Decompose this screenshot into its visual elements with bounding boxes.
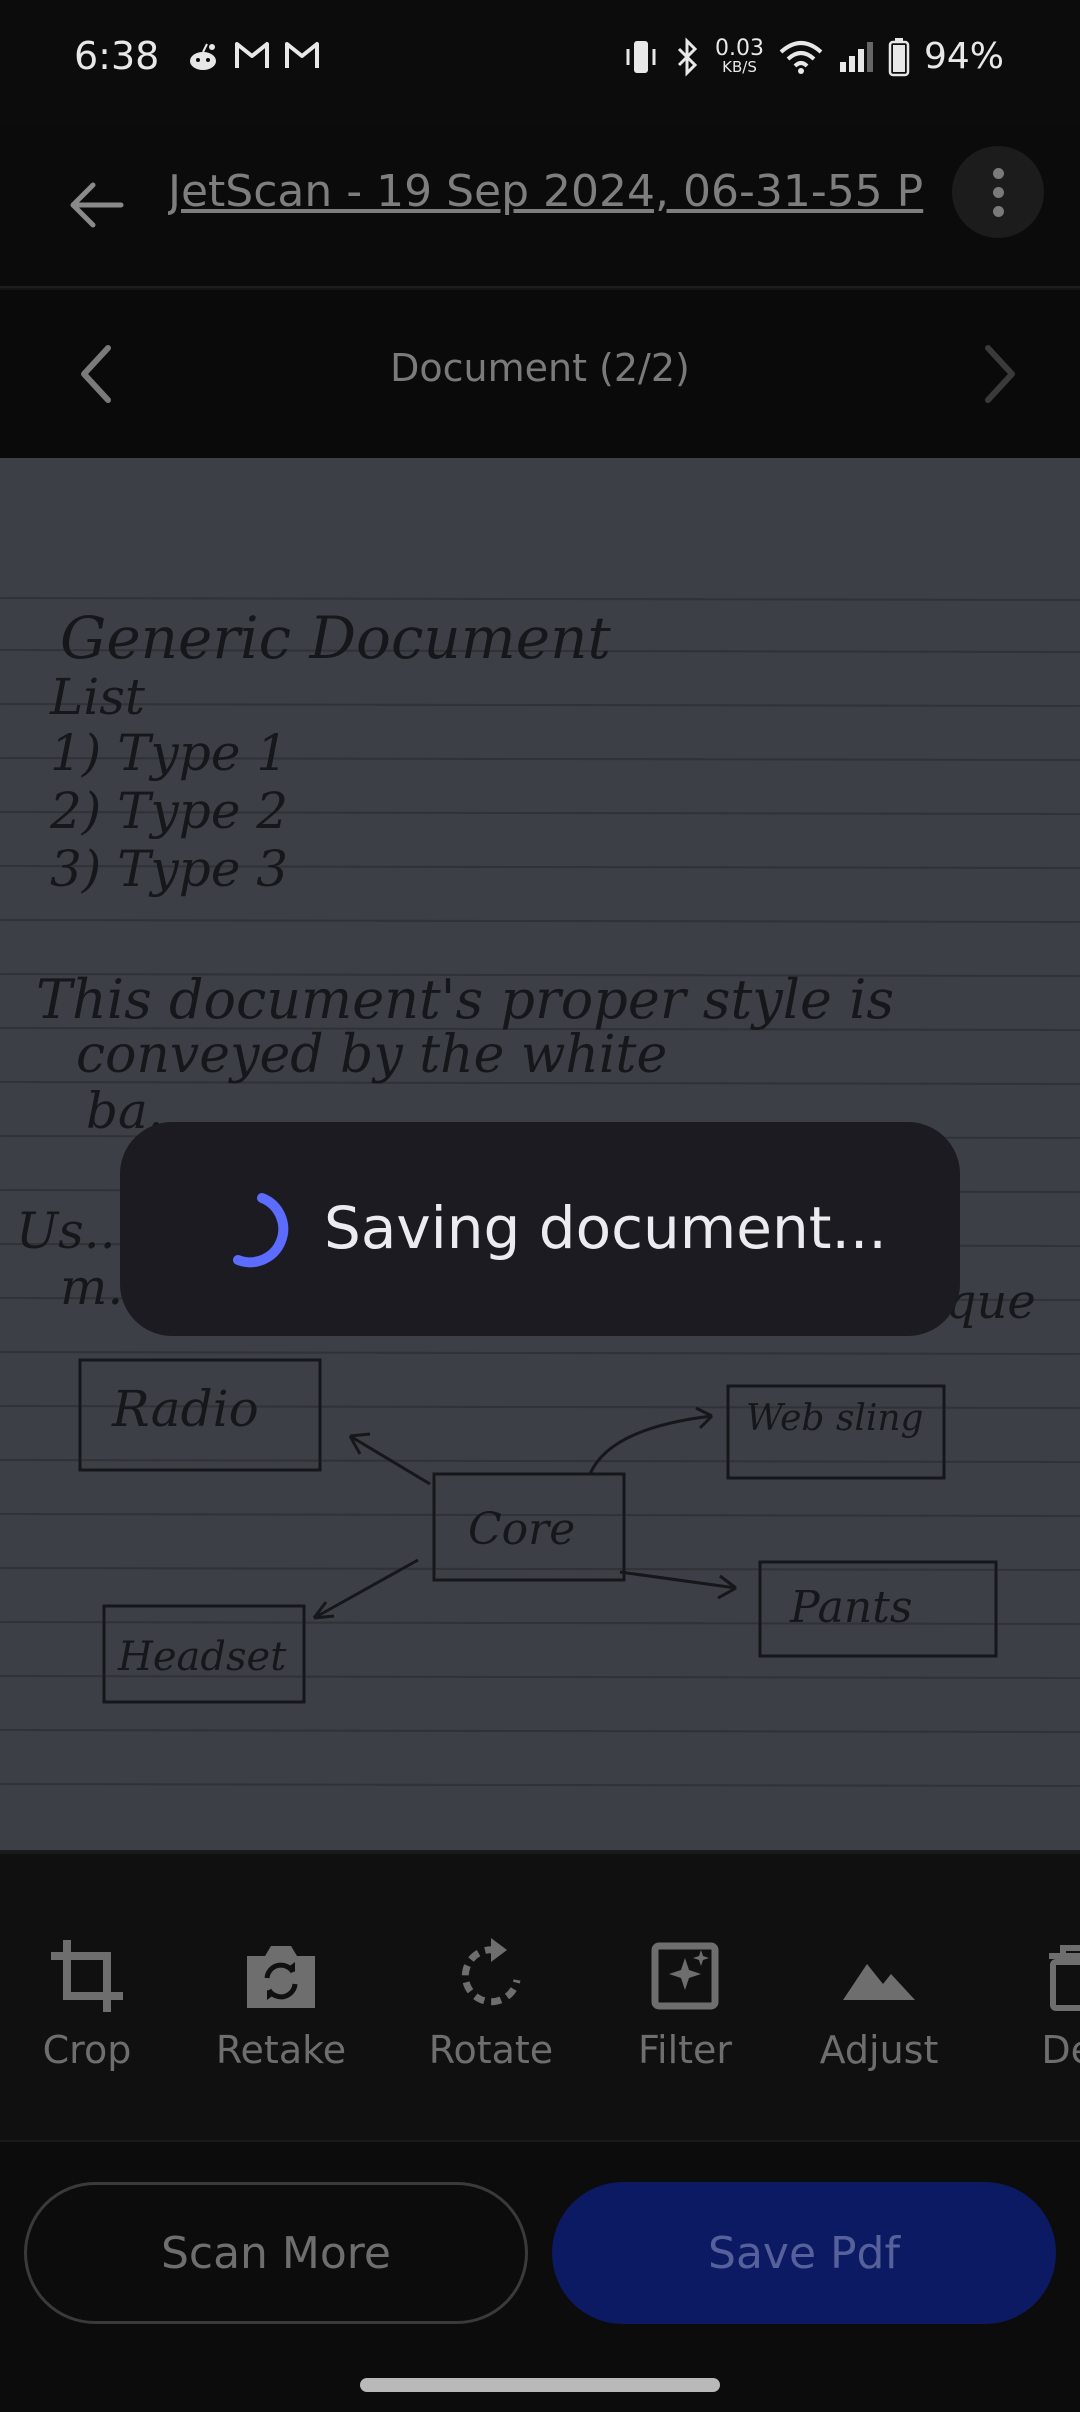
arrow-back-icon: [70, 182, 124, 228]
rotate-label: Rotate: [428, 2028, 554, 2072]
status-bar: 6:38 0.03 KB/S 94%: [0, 0, 1080, 124]
network-speed-unit: KB/S: [722, 58, 757, 76]
doc-line-4: 2) Type 2: [49, 782, 288, 840]
loading-spinner-icon: [233, 1193, 289, 1268]
gmail-icon: [285, 42, 319, 68]
retake-label: Retake: [215, 2028, 347, 2072]
rotate-icon: [461, 1938, 521, 2006]
more-vert-icon: [992, 167, 1004, 179]
delete-icon: [1049, 1945, 1080, 2011]
diagram-node-core: Core: [468, 1504, 575, 1555]
network-speed: 0.03 KB/S: [715, 38, 764, 75]
battery-icon: [888, 37, 910, 76]
doc-line-1: Generic Document: [60, 604, 611, 672]
bottom-actions: Scan More Save Pdf: [0, 2142, 1080, 2412]
delete-button[interactable]: Del: [998, 1934, 1080, 2072]
signal-icon: [839, 41, 873, 72]
saving-message: Saving document...: [324, 1194, 887, 1262]
doc-line-3: 1) Type 1: [50, 724, 288, 782]
back-button[interactable]: [60, 168, 134, 242]
gmail-icon: [235, 42, 269, 68]
doc-line-5: 3) Type 3: [50, 840, 288, 898]
reddit-icon: [190, 43, 216, 70]
more-options-button[interactable]: [952, 146, 1044, 238]
crop-button[interactable]: Crop: [12, 1934, 162, 2072]
filter-button[interactable]: Filter: [610, 1934, 760, 2072]
adjust-button[interactable]: Adjust: [804, 1934, 954, 2072]
page-navigator: Document (2/2): [0, 290, 1080, 458]
crop-icon: [51, 1940, 123, 2012]
wifi-icon: [779, 40, 823, 74]
diagram-node-headset: Headset: [117, 1634, 287, 1680]
edit-toolbar: Crop Retake Rotate Filter Adjust D: [0, 1854, 1080, 2142]
filter-label: Filter: [637, 2028, 733, 2072]
save-pdf-button[interactable]: Save Pdf: [552, 2182, 1056, 2324]
retake-button[interactable]: Retake: [206, 1934, 356, 2072]
network-speed-value: 0.03: [715, 36, 764, 61]
next-page-button[interactable]: [960, 334, 1040, 414]
rotate-button[interactable]: Rotate: [416, 1934, 566, 2072]
doc-line-2: List: [49, 668, 146, 726]
saving-dialog: Saving document...: [120, 1122, 960, 1336]
status-time: 6:38: [74, 34, 160, 78]
document-title[interactable]: JetScan - 19 Sep 2024, 06-31-55 P: [168, 166, 938, 236]
diagram-node-web-sling: Web sling: [746, 1398, 924, 1439]
adjust-label: Adjust: [819, 2028, 939, 2072]
notification-icons: [186, 40, 320, 74]
bluetooth-icon: [677, 36, 698, 77]
doc-line-7: conveyed by the white: [76, 1025, 667, 1085]
app-bar: JetScan - 19 Sep 2024, 06-31-55 P: [0, 124, 1080, 288]
adjust-icon: [843, 1964, 915, 2000]
diagram-node-pants: Pants: [789, 1582, 912, 1633]
crop-label: Crop: [42, 2028, 132, 2072]
chevron-right-icon: [985, 345, 1015, 403]
doc-line-6: This document's proper style is: [36, 968, 894, 1031]
camera-retake-icon: [247, 1946, 315, 2008]
system-status: 0.03 KB/S 94%: [621, 36, 1004, 77]
gesture-home-bar[interactable]: [360, 2378, 720, 2392]
vibrate-icon: [626, 40, 656, 73]
scan-more-button[interactable]: Scan More: [24, 2182, 528, 2324]
doc-line-9: Us...: [16, 1202, 131, 1260]
delete-label: Del: [1041, 2028, 1080, 2072]
diagram-node-radio: Radio: [111, 1380, 259, 1438]
filter-icon: [651, 1942, 719, 2010]
page-indicator: Document (2/2): [390, 346, 690, 390]
battery-percent: 94%: [923, 36, 1004, 77]
